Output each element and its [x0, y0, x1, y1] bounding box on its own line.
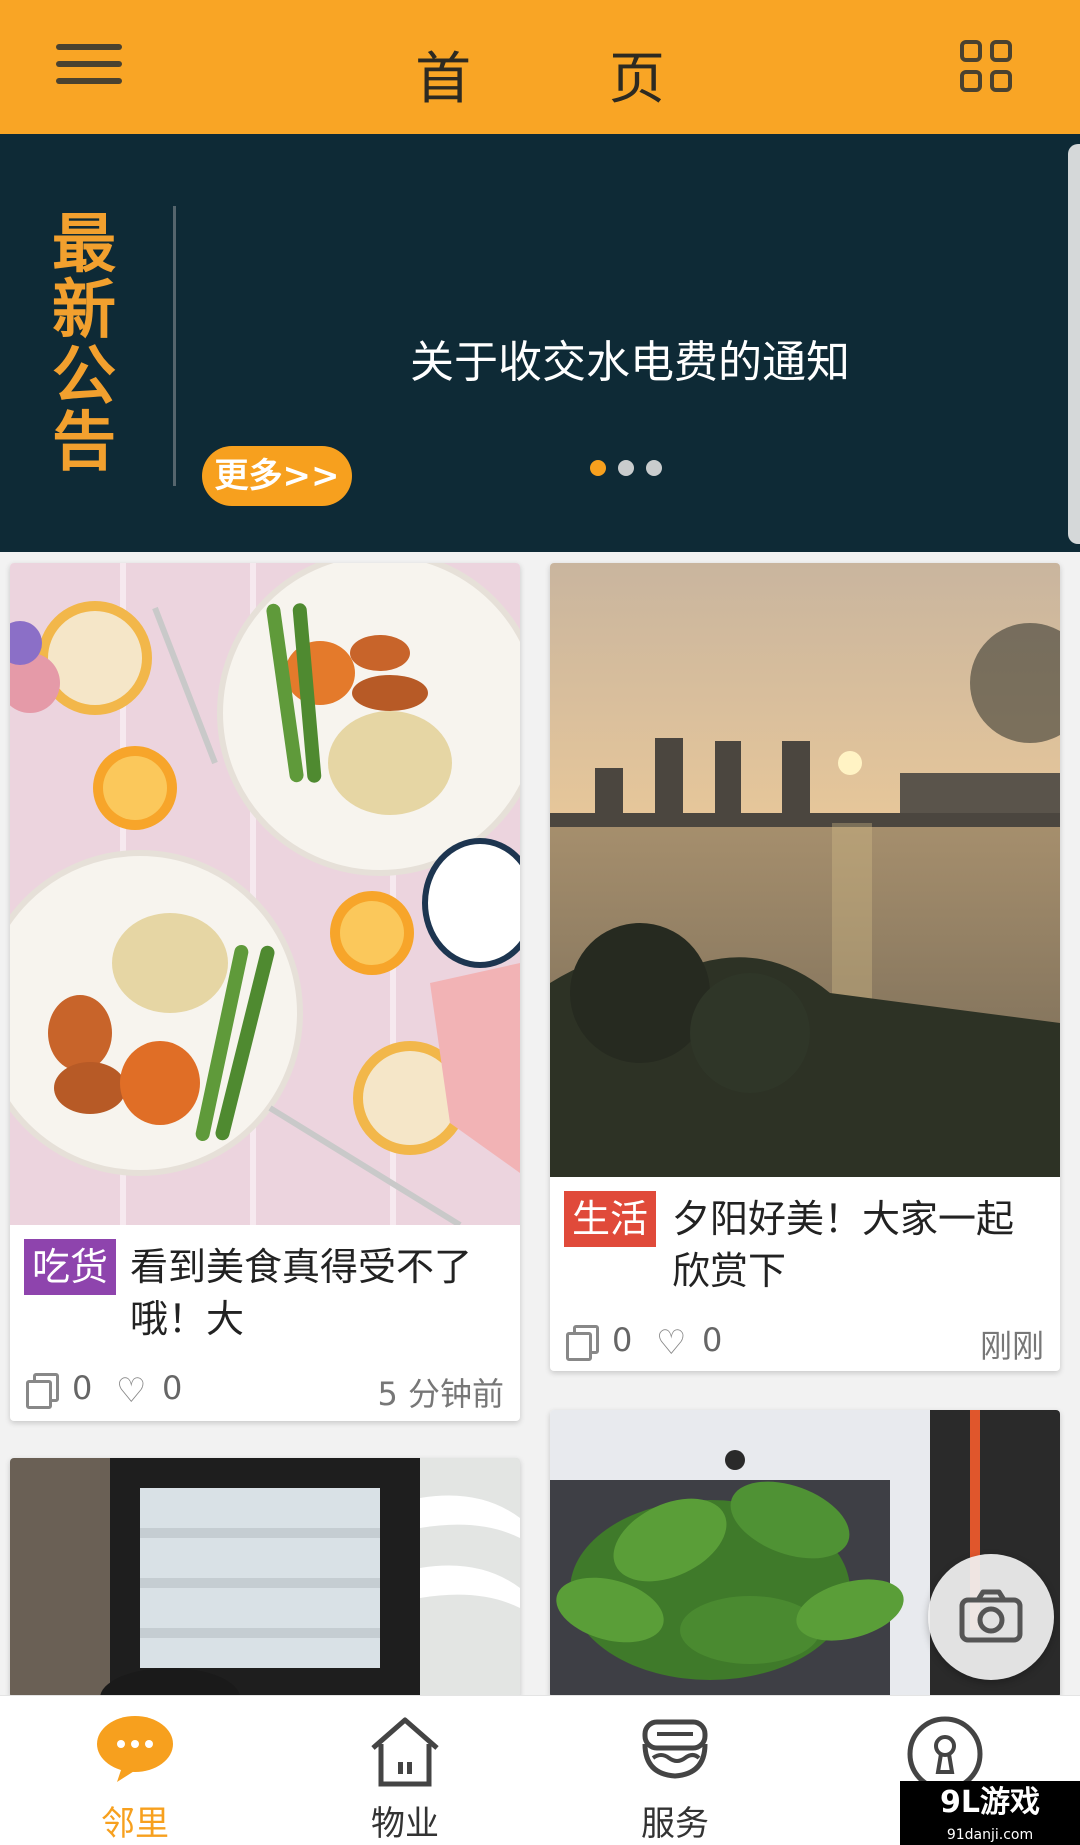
watermark-brand: 9L游戏	[940, 1785, 1040, 1820]
like-count: 0	[162, 1369, 183, 1407]
page-title: 首 页	[415, 47, 725, 112]
bottom-tab-bar: 邻里 物业 服务 开 9L游戏 91danji.com	[0, 1695, 1080, 1845]
more-button[interactable]: 更多>>	[202, 446, 352, 506]
comment-count: 0	[72, 1369, 93, 1407]
sunset-lake-photo	[550, 563, 1060, 1177]
tab-neighbors[interactable]: 邻里	[0, 1696, 270, 1845]
chat-bubble-icon	[97, 1716, 173, 1782]
category-tag: 吃货	[24, 1239, 117, 1295]
carousel-dot[interactable]	[590, 460, 606, 476]
tab-label: 邻里	[101, 1804, 169, 1844]
carousel-dot[interactable]	[618, 460, 634, 476]
divider	[173, 206, 176, 486]
service-tray-icon	[642, 1719, 708, 1779]
watermark-url: 91danji.com	[946, 1827, 1034, 1843]
announcement-side-title: 最新公告	[52, 208, 116, 480]
like-count: 0	[702, 1321, 723, 1359]
office-window-photo	[10, 1458, 520, 1698]
carousel-indicator	[590, 460, 674, 478]
comment-icon[interactable]	[566, 1325, 599, 1361]
comment-count: 0	[612, 1321, 633, 1359]
heart-icon[interactable]: ♡	[116, 1371, 146, 1411]
camera-icon	[959, 1589, 1023, 1643]
post-text: 夕阳好美！大家一起欣赏下	[672, 1197, 1015, 1293]
heart-icon[interactable]: ♡	[656, 1323, 686, 1363]
tab-label: 服务	[641, 1804, 709, 1844]
feed-card[interactable]	[10, 1458, 520, 1698]
post-time: 刚刚	[979, 1327, 1044, 1365]
post-meta: 0 ♡ 0 5 分钟前	[26, 1369, 504, 1413]
post-text: 看到美食真得受不了哦！大	[130, 1245, 473, 1341]
grid-apps-icon[interactable]	[960, 40, 1014, 94]
tab-label: 物业	[371, 1804, 439, 1844]
announcement-headline[interactable]: 关于收交水电费的通知	[260, 326, 1000, 390]
category-tag: 生活	[564, 1191, 657, 1247]
carousel-dot[interactable]	[646, 460, 662, 476]
house-icon	[371, 1717, 439, 1787]
camera-fab[interactable]	[928, 1554, 1054, 1680]
top-app-bar: 首 页	[0, 0, 1080, 134]
comment-icon[interactable]	[26, 1373, 59, 1409]
feed-card[interactable]: 吃货 看到美食真得受不了哦！大 0 ♡ 0 5 分钟前	[10, 563, 520, 1421]
food-plates-photo	[10, 563, 520, 1225]
post-meta: 0 ♡ 0 刚刚	[566, 1321, 1044, 1365]
post-time: 5 分钟前	[377, 1375, 504, 1413]
site-watermark: 9L游戏 91danji.com	[900, 1781, 1080, 1845]
tab-services[interactable]: 服务	[540, 1696, 810, 1845]
next-slide-peek	[1068, 144, 1080, 544]
feed-card[interactable]: 生活 夕阳好美！大家一起欣赏下 0 ♡ 0 刚刚	[550, 563, 1060, 1371]
tab-property[interactable]: 物业	[270, 1696, 540, 1845]
announcement-banner[interactable]: 最新公告 关于收交水电费的通知 更多>>	[0, 134, 1080, 552]
